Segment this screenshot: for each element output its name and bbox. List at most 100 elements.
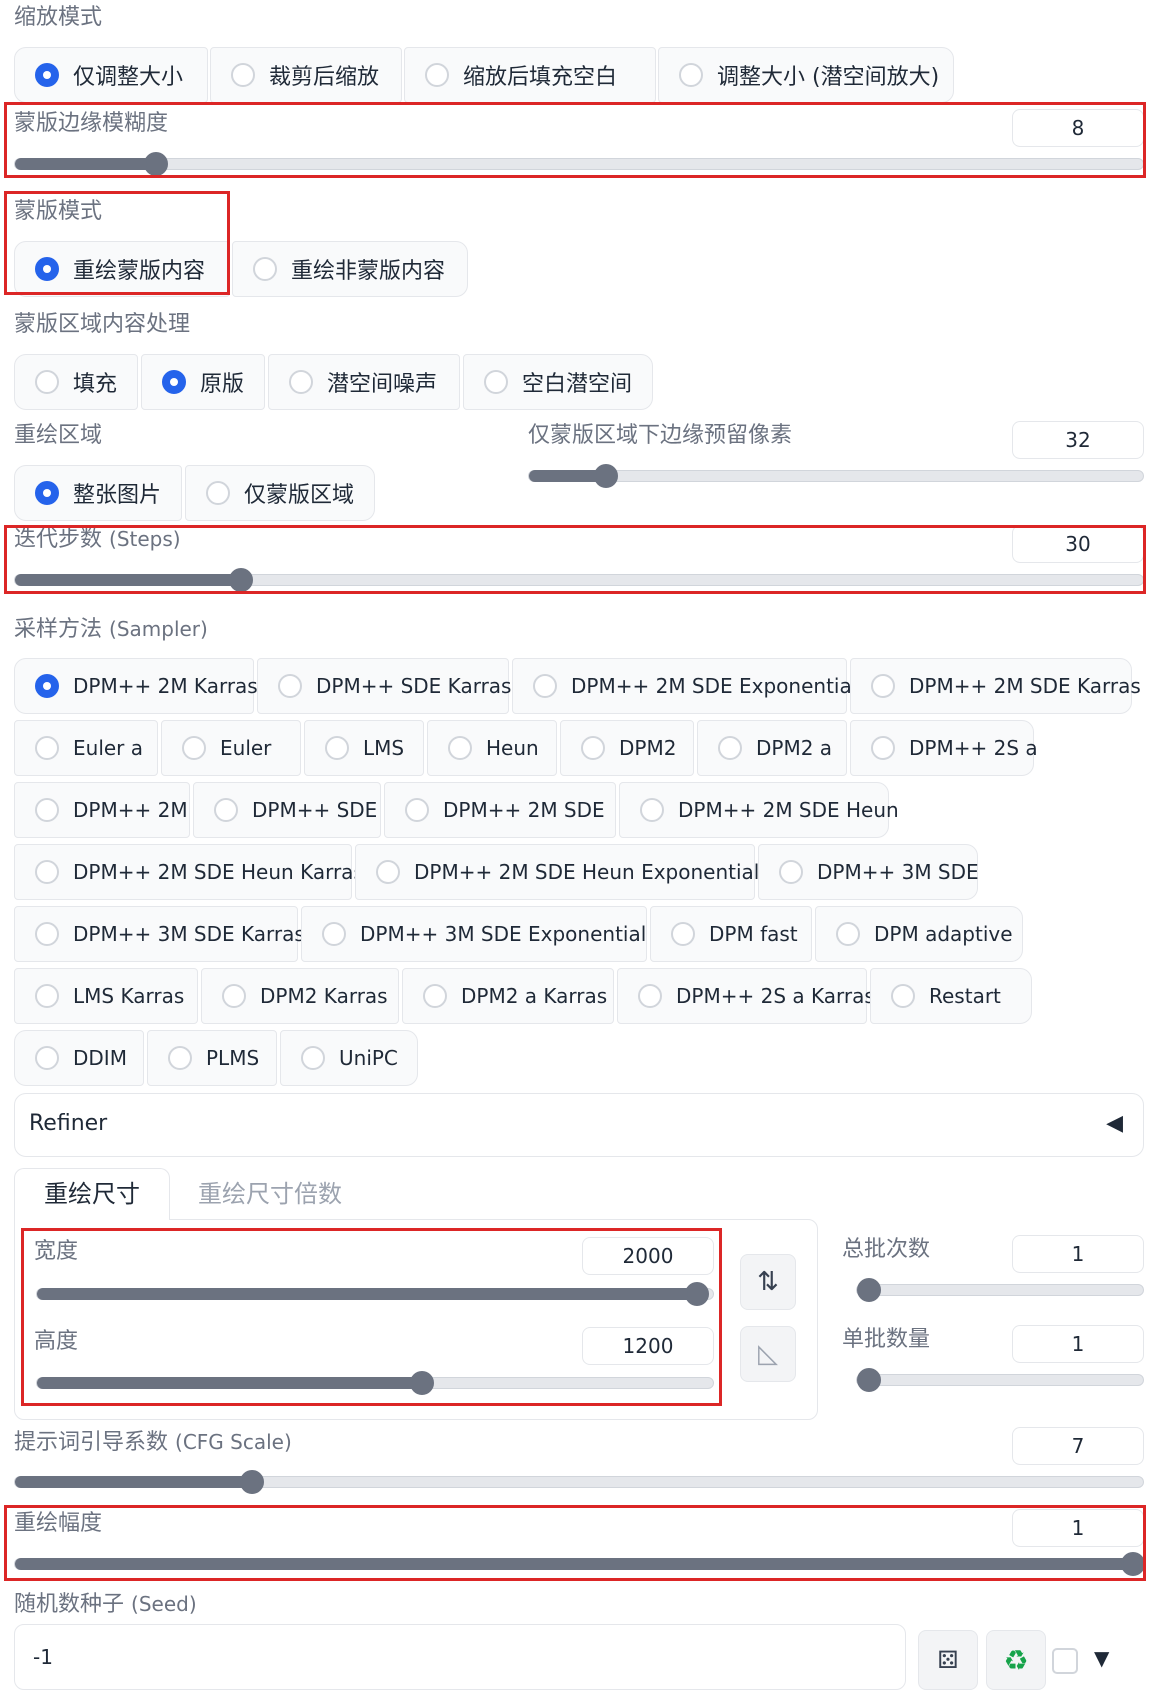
sampler-option[interactable]: UniPC <box>280 1030 418 1086</box>
sampler-option[interactable]: DPM2 <box>560 720 694 776</box>
masked-content-option[interactable]: 原版 <box>141 354 265 410</box>
sampler-option[interactable]: DPM++ 2S a <box>850 720 1038 776</box>
sampler-option[interactable]: DPM++ 2M SDE Heun Karras <box>14 844 364 900</box>
batch-count-input[interactable]: 1 <box>1012 1235 1144 1273</box>
denoising-slider[interactable] <box>14 1552 1145 1576</box>
sampler-option[interactable]: DPM++ 2M Karras <box>14 658 258 714</box>
inpaint-area-option[interactable]: 仅蒙版区域 <box>185 465 375 521</box>
seed-label: 随机数种子 (Seed) <box>14 1590 197 1619</box>
width-slider[interactable] <box>36 1282 714 1306</box>
batch-size-slider[interactable] <box>856 1368 1144 1392</box>
cfg-scale-label: 提示词引导系数 (CFG Scale) <box>14 1428 292 1457</box>
slider-thumb[interactable] <box>593 464 618 488</box>
sampler-option[interactable]: DPM++ 2S a Karras <box>617 968 875 1024</box>
sampler-option[interactable]: DPM++ 3M SDE Karras <box>14 906 305 962</box>
radio-selected-icon <box>35 674 59 698</box>
slider-fill <box>15 1558 1141 1570</box>
seed-extra-checkbox[interactable] <box>1052 1648 1078 1674</box>
radio-icon <box>871 736 895 760</box>
sampler-option[interactable]: DPM++ 2M SDE Heun Exponential <box>355 844 759 900</box>
sampler-option[interactable]: DPM++ 3M SDE <box>758 844 979 900</box>
mask-mode-label: 蒙版模式 <box>14 199 103 224</box>
denoising-input[interactable]: 1 <box>1012 1509 1144 1547</box>
tab-scale[interactable]: 重绘尺寸倍数 <box>198 1168 342 1220</box>
resize-mode-option[interactable]: 裁剪后缩放 <box>210 47 402 103</box>
radio-icon <box>253 257 277 281</box>
tab-size[interactable]: 重绘尺寸 <box>14 1168 170 1220</box>
sampler-option[interactable]: Euler a <box>14 720 158 776</box>
resize-mode-option[interactable]: 调整大小 (潜空间放大) <box>658 47 954 103</box>
batch-count-slider[interactable] <box>856 1278 1144 1302</box>
slider-thumb[interactable] <box>144 152 168 176</box>
sampler-option[interactable]: Heun <box>427 720 557 776</box>
radio-icon <box>448 736 472 760</box>
only-masked-padding-slider[interactable] <box>528 464 1144 488</box>
masked-content-option[interactable]: 空白潜空间 <box>463 354 653 410</box>
sampler-option[interactable]: LMS <box>304 720 424 776</box>
cfg-scale-slider[interactable] <box>14 1470 1144 1494</box>
radio-icon <box>581 736 605 760</box>
sampler-option[interactable]: DPM++ 3M SDE Exponential <box>301 906 647 962</box>
slider-thumb[interactable] <box>857 1368 881 1392</box>
radio-icon <box>679 63 703 87</box>
sampler-option[interactable]: DPM++ 2M SDE Heun <box>619 782 899 838</box>
masked-content-option[interactable]: 填充 <box>14 354 138 410</box>
triangle-down-icon[interactable]: ▼ <box>1094 1646 1109 1670</box>
sampler-option[interactable]: DPM++ 2M SDE <box>384 782 616 838</box>
only-masked-padding-input[interactable]: 32 <box>1012 421 1144 459</box>
radio-icon <box>640 798 664 822</box>
radio-selected-icon <box>162 370 186 394</box>
slider-thumb[interactable] <box>228 568 253 592</box>
slider-thumb[interactable] <box>857 1278 881 1302</box>
cfg-scale-input[interactable]: 7 <box>1012 1427 1144 1465</box>
sampler-option[interactable]: DPM fast <box>650 906 812 962</box>
sampler-option[interactable]: DPM++ SDE <box>193 782 381 838</box>
mask-mode-option[interactable]: 重绘非蒙版内容 <box>232 241 468 297</box>
width-input[interactable]: 2000 <box>582 1237 714 1275</box>
sampler-option[interactable]: DPM2 a <box>697 720 847 776</box>
sampler-option[interactable]: DPM2 Karras <box>201 968 399 1024</box>
radio-icon <box>638 984 662 1008</box>
steps-slider[interactable] <box>14 568 1144 592</box>
sampler-option[interactable]: DPM++ 2M SDE Karras <box>850 658 1141 714</box>
only-masked-padding-label: 仅蒙版区域下边缘预留像素 <box>528 423 793 448</box>
slider-thumb[interactable] <box>1121 1552 1145 1576</box>
radio-icon <box>405 798 429 822</box>
mask-blur-input[interactable]: 8 <box>1012 109 1144 147</box>
seed-label-text: 随机数种子 <box>14 1592 125 1617</box>
sampler-option[interactable]: LMS Karras <box>14 968 198 1024</box>
steps-input[interactable]: 30 <box>1012 525 1144 563</box>
sampler-option[interactable]: DPM++ SDE Karras <box>257 658 511 714</box>
height-input[interactable]: 1200 <box>582 1327 714 1365</box>
slider-thumb[interactable] <box>239 1470 264 1494</box>
height-slider[interactable] <box>36 1371 714 1395</box>
sampler-option[interactable]: DPM adaptive <box>815 906 1023 962</box>
seed-label-en: (Seed) <box>131 1592 197 1616</box>
radio-icon <box>35 922 59 946</box>
sampler-option[interactable]: DDIM <box>14 1030 144 1086</box>
recycle-icon[interactable]: ♻ <box>986 1630 1046 1690</box>
mask-blur-slider[interactable] <box>14 152 1144 176</box>
seed-input[interactable]: -1 <box>14 1624 906 1690</box>
mask-mode-option[interactable]: 重绘蒙版内容 <box>14 241 230 297</box>
radio-icon <box>222 984 246 1008</box>
sampler-option[interactable]: Euler <box>161 720 301 776</box>
sampler-option[interactable]: DPM++ 2M <box>14 782 190 838</box>
resize-mode-option[interactable]: 仅调整大小 <box>14 47 208 103</box>
steps-label-text: 迭代步数 <box>14 527 103 552</box>
slider-fill <box>15 574 241 586</box>
resize-mode-option[interactable]: 缩放后填充空白 <box>404 47 656 103</box>
masked-content-option[interactable]: 潜空间噪声 <box>268 354 460 410</box>
inpaint-area-option[interactable]: 整张图片 <box>14 465 182 521</box>
slider-thumb[interactable] <box>684 1282 709 1306</box>
sampler-option[interactable]: DPM++ 2M SDE Exponential <box>512 658 857 714</box>
sampler-option[interactable]: Restart <box>870 968 1032 1024</box>
batch-count-label: 总批次数 <box>842 1237 931 1262</box>
sampler-option[interactable]: DPM2 a Karras <box>402 968 614 1024</box>
ruler-triangle-icon[interactable]: ◺ <box>740 1326 796 1382</box>
refiner-accordion[interactable]: Refiner ◀ <box>14 1093 1144 1157</box>
sampler-option[interactable]: PLMS <box>147 1030 277 1086</box>
batch-size-input[interactable]: 1 <box>1012 1325 1144 1363</box>
dice-icon[interactable]: ⚄ <box>918 1630 978 1690</box>
swap-vertical-icon[interactable]: ⇅ <box>740 1254 796 1310</box>
